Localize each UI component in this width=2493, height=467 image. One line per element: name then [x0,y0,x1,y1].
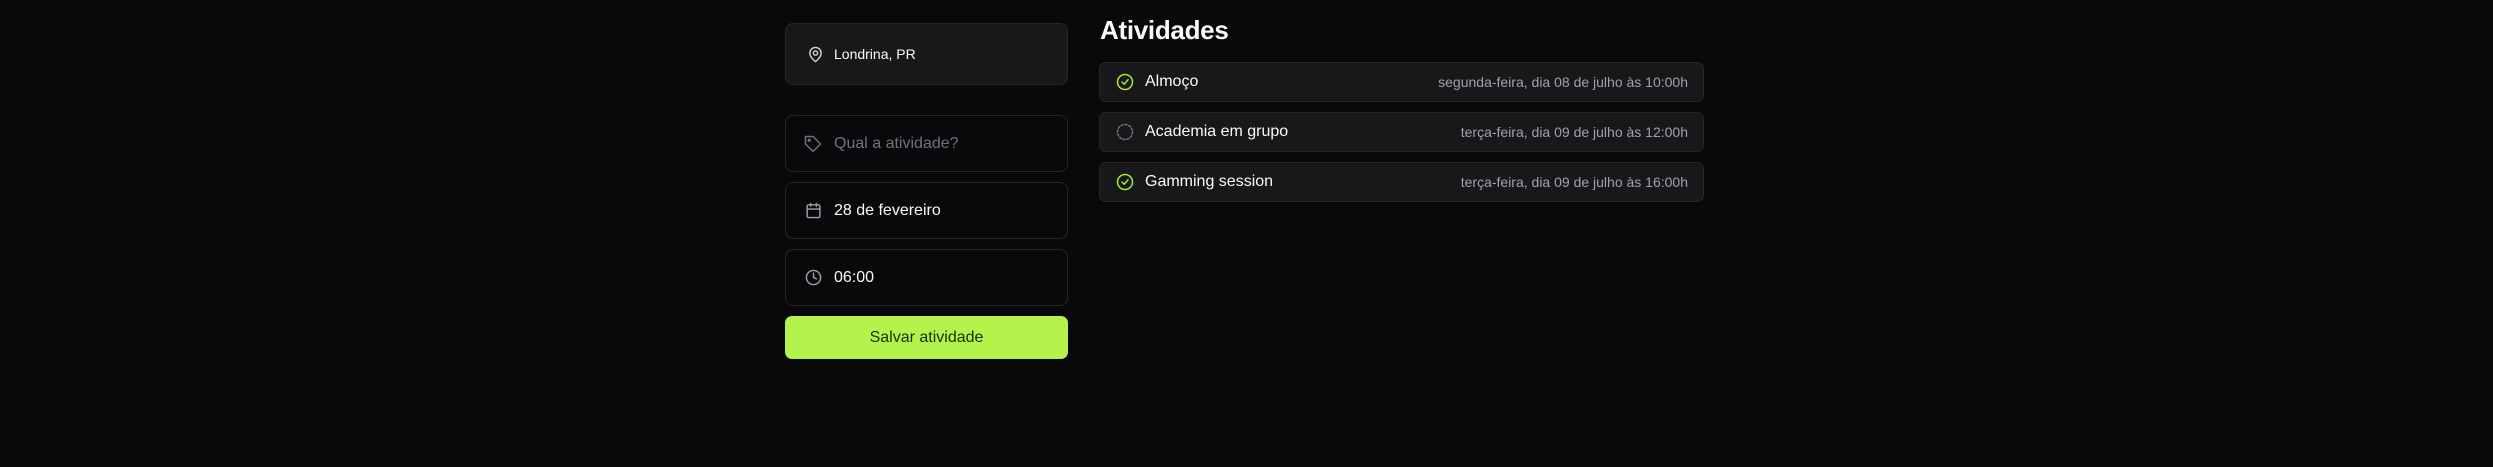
activity-name: Almoço [1145,73,1199,90]
activity-form: Qual a atividade? 28 de fevereiro 06:00 … [785,115,1068,359]
save-activity-button[interactable]: Salvar atividade [785,316,1068,359]
activity-placeholder: Qual a atividade? [834,134,959,152]
location-label: Londrina, PR [834,46,916,62]
check-circle-icon[interactable] [1116,173,1134,191]
tag-icon [804,135,822,153]
date-value: 28 de fevereiro [834,201,941,219]
activity-item[interactable]: Almoço segunda-feira, dia 08 de julho às… [1099,62,1704,102]
dashed-circle-icon[interactable] [1116,123,1134,141]
activities-panel: Atividades Almoço segunda-feira, dia 08 … [1099,15,1704,202]
activities-title: Atividades [1100,15,1229,45]
activity-item[interactable]: Gamming session terça-feira, dia 09 de j… [1099,162,1704,202]
map-pin-icon [806,45,824,63]
activities-list: Almoço segunda-feira, dia 08 de julho às… [1099,62,1704,202]
activity-item[interactable]: Academia em grupo terça-feira, dia 09 de… [1099,112,1704,152]
time-field[interactable]: 06:00 [785,249,1068,306]
activity-datetime: segunda-feira, dia 08 de julho às 10:00h [1438,74,1688,90]
date-field[interactable]: 28 de fevereiro [785,182,1068,239]
left-panel: Londrina, PR Qual a atividade? 28 de fev… [785,23,1068,359]
time-value: 06:00 [834,268,875,286]
clock-icon [804,269,822,287]
check-circle-icon[interactable] [1116,73,1134,91]
calendar-icon [804,202,822,220]
activity-name: Academia em grupo [1145,123,1289,140]
activity-datetime: terça-feira, dia 09 de julho às 16:00h [1460,174,1688,190]
activity-input[interactable]: Qual a atividade? [785,115,1068,172]
activity-datetime: terça-feira, dia 09 de julho às 12:00h [1460,124,1688,140]
location-card: Londrina, PR [785,23,1068,85]
activity-name: Gamming session [1145,173,1274,190]
